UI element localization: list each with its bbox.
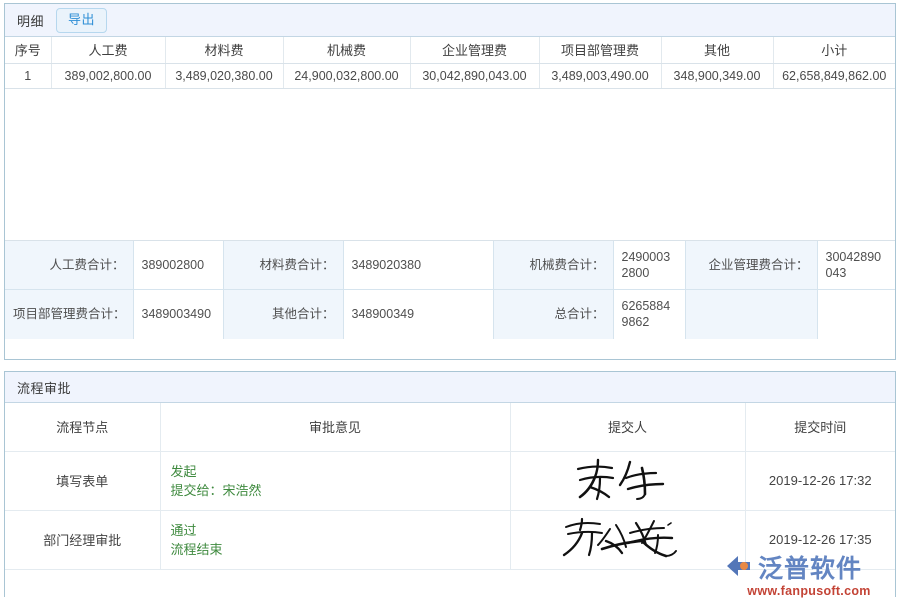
summary-spacer-cell-1 <box>685 290 817 339</box>
col-header-index: 序号 <box>5 37 51 63</box>
cell-subtotal: 62,658,849,862.00 <box>773 63 895 88</box>
approval-submitter <box>510 510 745 569</box>
col-header-material: 材料费 <box>165 37 283 63</box>
cell-material: 3,489,020,380.00 <box>165 63 283 88</box>
approval-opinion-line-2: 提交给：宋浩然 <box>171 481 500 500</box>
signature-image-li-hua <box>568 456 688 505</box>
col-header-submitter: 提交人 <box>510 403 745 451</box>
approval-opinion-line-1: 通过 <box>171 521 500 540</box>
approval-node-name: 部门经理审批 <box>5 510 160 569</box>
approval-row[interactable]: 部门经理审批 通过 流程结束 <box>5 510 895 569</box>
approval-submit-time: 2019-12-26 17:32 <box>745 451 895 510</box>
approval-header-row: 流程节点 审批意见 提交人 提交时间 <box>5 403 895 451</box>
approval-opinion: 通过 流程结束 <box>160 510 510 569</box>
approval-header: 流程审批 <box>5 372 895 403</box>
detail-toolbar: 明细 导出 <box>5 4 895 37</box>
summary-value-grand-total: 62658849862 <box>613 290 685 339</box>
summary-label-machinery: 机械费合计： <box>493 241 613 290</box>
approval-submit-time: 2019-12-26 17:35 <box>745 510 895 569</box>
approval-title: 流程审批 <box>17 378 71 397</box>
signature-image-song-haoran <box>558 515 698 564</box>
summary-spacer-cell-2 <box>817 290 895 339</box>
col-header-opinion: 审批意见 <box>160 403 510 451</box>
summary-value-enterprise-mgmt: 30042890043 <box>817 241 895 290</box>
approval-opinion: 发起 提交给：宋浩然 <box>160 451 510 510</box>
approval-panel: 流程审批 流程节点 审批意见 提交人 提交时间 填写表单 发起 提 <box>4 371 896 597</box>
approval-table: 流程节点 审批意见 提交人 提交时间 填写表单 发起 提交给：宋浩然 <box>5 403 895 570</box>
table-header-row: 序号 人工费 材料费 机械费 企业管理费 项目部管理费 其他 小计 <box>5 37 895 63</box>
approval-row[interactable]: 填写表单 发起 提交给：宋浩然 <box>5 451 895 510</box>
cell-enterprise-mgmt: 30,042,890,043.00 <box>410 63 539 88</box>
col-header-node: 流程节点 <box>5 403 160 451</box>
cost-summary-table: 人工费合计： 389002800 材料费合计： 3489020380 机械费合计… <box>5 241 895 339</box>
summary-row-2: 项目部管理费合计： 3489003490 其他合计： 348900349 总合计… <box>5 290 895 339</box>
summary-value-machinery: 24900032800 <box>613 241 685 290</box>
summary-label-enterprise-mgmt: 企业管理费合计： <box>685 241 817 290</box>
summary-label-other: 其他合计： <box>223 290 343 339</box>
col-header-project-mgmt: 项目部管理费 <box>539 37 661 63</box>
cell-index: 1 <box>5 63 51 88</box>
col-header-enterprise-mgmt: 企业管理费 <box>410 37 539 63</box>
col-header-other: 其他 <box>661 37 773 63</box>
summary-value-project-mgmt: 3489003490 <box>133 290 223 339</box>
table-row[interactable]: 1 389,002,800.00 3,489,020,380.00 24,900… <box>5 63 895 88</box>
summary-label-labor: 人工费合计： <box>5 241 133 290</box>
cell-other: 348,900,349.00 <box>661 63 773 88</box>
page-root: 明细 导出 序号 人工费 材料费 机械费 企业管理费 项目部管理费 其他 小计 <box>0 0 900 600</box>
approval-node-name: 填写表单 <box>5 451 160 510</box>
detail-panel: 明细 导出 序号 人工费 材料费 机械费 企业管理费 项目部管理费 其他 小计 <box>4 3 896 360</box>
summary-value-labor: 389002800 <box>133 241 223 290</box>
cell-labor: 389,002,800.00 <box>51 63 165 88</box>
approval-opinion-line-1: 发起 <box>171 462 500 481</box>
approval-opinion-line-2: 流程结束 <box>171 540 500 559</box>
summary-label-project-mgmt: 项目部管理费合计： <box>5 290 133 339</box>
cost-detail-table: 序号 人工费 材料费 机械费 企业管理费 项目部管理费 其他 小计 1 389,… <box>5 37 895 89</box>
cell-machinery: 24,900,032,800.00 <box>283 63 410 88</box>
summary-value-other: 348900349 <box>343 290 493 339</box>
summary-value-material: 3489020380 <box>343 241 493 290</box>
col-header-labor: 人工费 <box>51 37 165 63</box>
detail-tab-label[interactable]: 明细 <box>17 11 44 30</box>
col-header-machinery: 机械费 <box>283 37 410 63</box>
cell-project-mgmt: 3,489,003,490.00 <box>539 63 661 88</box>
table-empty-area <box>5 89 895 241</box>
approval-submitter <box>510 451 745 510</box>
summary-row-1: 人工费合计： 389002800 材料费合计： 3489020380 机械费合计… <box>5 241 895 290</box>
export-button[interactable]: 导出 <box>56 8 107 33</box>
col-header-subtotal: 小计 <box>773 37 895 63</box>
summary-label-material: 材料费合计： <box>223 241 343 290</box>
summary-label-grand-total: 总合计： <box>493 290 613 339</box>
col-header-submit-time: 提交时间 <box>745 403 895 451</box>
